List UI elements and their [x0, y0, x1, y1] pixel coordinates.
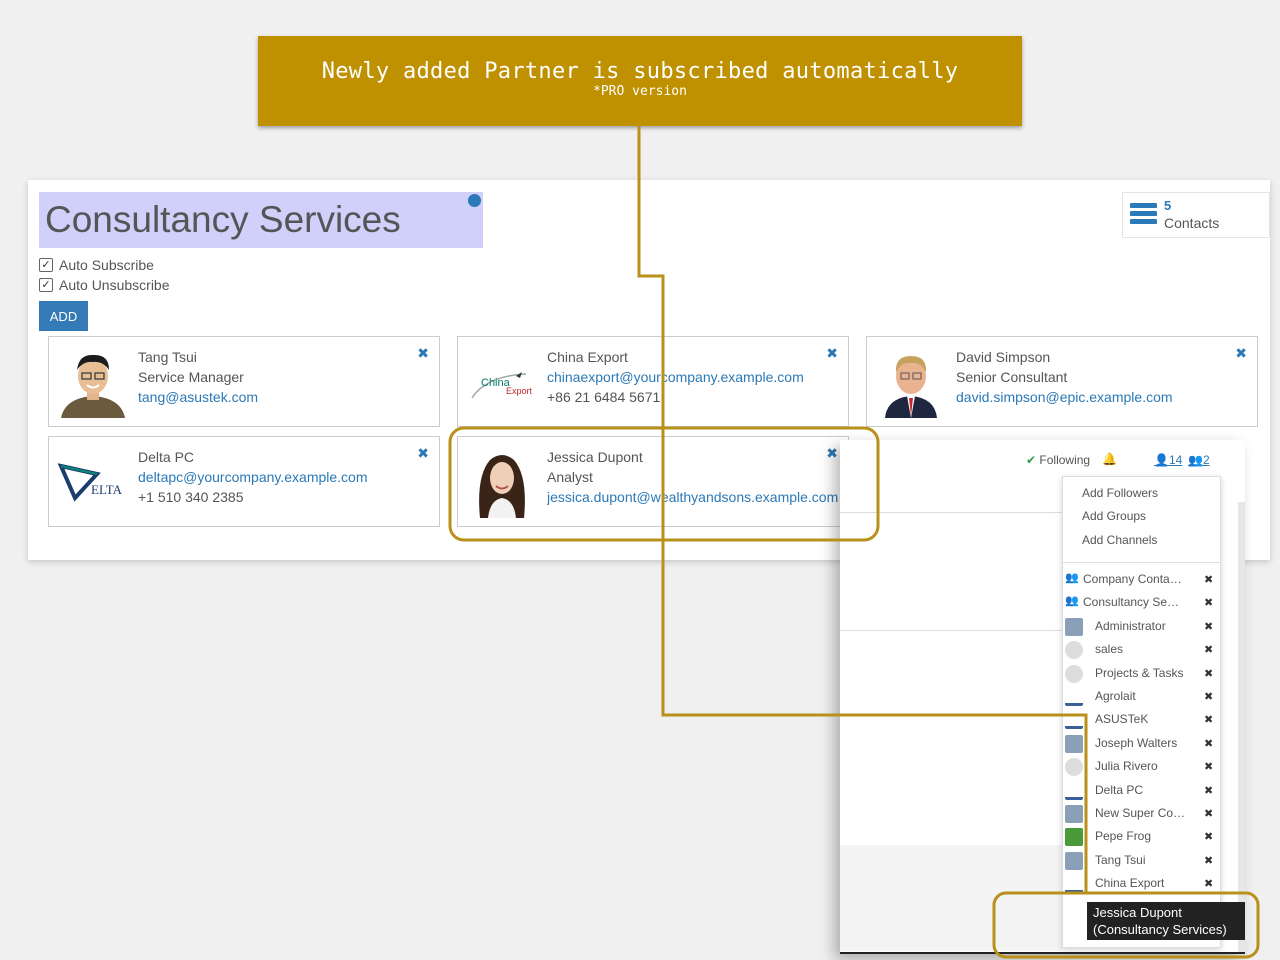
- connector-line: [637, 126, 1088, 893]
- highlight-frame: [992, 891, 1260, 959]
- annotation-overlay: [448, 126, 1260, 959]
